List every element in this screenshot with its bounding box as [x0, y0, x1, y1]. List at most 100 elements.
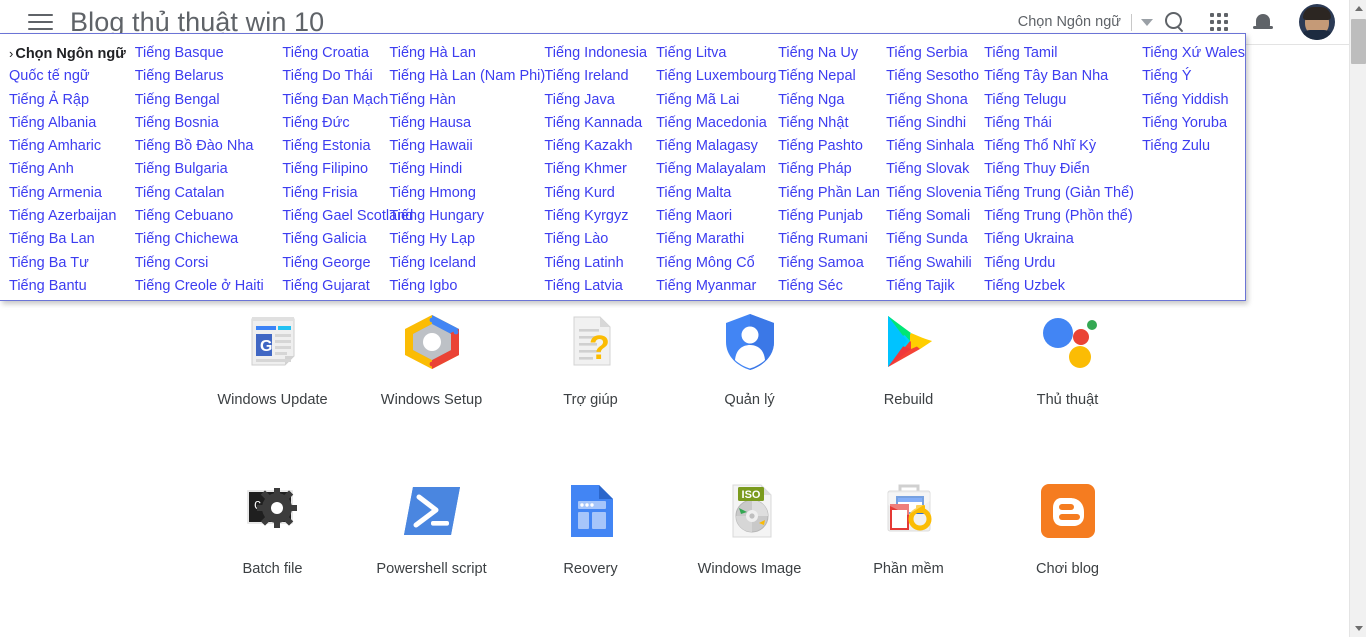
language-option[interactable]: Tiếng Kazakh	[544, 135, 647, 158]
language-option[interactable]: Tiếng Pháp	[778, 158, 877, 181]
language-option[interactable]: Tiếng Rumani	[778, 228, 877, 251]
language-option[interactable]: Tiếng Mông Cổ	[656, 252, 769, 275]
language-option[interactable]: Tiếng Creole ở Haiti	[135, 275, 274, 298]
language-option[interactable]: Tiếng Maori	[656, 205, 769, 228]
language-dropdown-panel[interactable]: › Chọn Ngôn ngữ Quốc tế ngữ Tiếng Ả Rập Tiến…	[0, 33, 1246, 301]
language-option[interactable]: Tiếng Bulgaria	[135, 158, 274, 181]
language-option[interactable]: Tiếng Thái	[984, 112, 1133, 135]
language-option[interactable]: Tiếng Thuy Điển	[984, 158, 1133, 181]
language-option[interactable]: Tiếng Ba Tư	[9, 252, 126, 275]
language-option[interactable]: Tiếng Mã Lai	[656, 89, 769, 112]
shortcut-reovery[interactable]: Reovery	[511, 474, 670, 577]
language-option[interactable]: Tiếng Urdu	[984, 252, 1133, 275]
language-option[interactable]: Tiếng Thổ Nhĩ Kỳ	[984, 135, 1133, 158]
language-option[interactable]: Tiếng Iceland	[389, 252, 535, 275]
scroll-down-arrow-icon[interactable]	[1350, 620, 1366, 637]
language-option[interactable]: Tiếng Gael Scotland	[282, 205, 413, 228]
language-option[interactable]: Tiếng Xứ Wales	[1142, 42, 1245, 65]
language-option[interactable]: Tiếng Zulu	[1142, 135, 1245, 158]
language-option[interactable]: Tiếng Armenia	[9, 182, 126, 205]
language-option[interactable]: Tiếng Litva	[656, 42, 769, 65]
language-option[interactable]: Tiếng Croatia	[282, 42, 380, 65]
language-option[interactable]: Tiếng Latvia	[544, 275, 647, 298]
language-option[interactable]: Tiếng Đan Mạch	[282, 89, 388, 112]
language-option[interactable]: Tiếng Igbo	[389, 275, 535, 298]
language-option[interactable]: Tiếng Galicia	[282, 228, 380, 251]
language-option[interactable]: Tiếng Somali	[886, 205, 975, 228]
language-option[interactable]: Tiếng Ba Lan	[9, 228, 126, 251]
language-option[interactable]: Tiếng Basque	[135, 42, 274, 65]
language-option[interactable]: Tiếng Myanmar	[656, 275, 769, 298]
language-option[interactable]: Tiếng Yoruba	[1142, 112, 1245, 135]
language-option[interactable]: Tiếng Malayalam	[656, 158, 769, 181]
language-option[interactable]: Tiếng Telugu	[984, 89, 1133, 112]
language-option[interactable]: Tiếng Khmer	[544, 158, 647, 181]
language-option[interactable]: Tiếng Hausa	[389, 112, 535, 135]
language-option[interactable]: Tiếng Nhật	[778, 112, 877, 135]
shortcut-windows-update[interactable]: G Windows Update	[193, 305, 352, 408]
language-option[interactable]: Tiếng Anh	[9, 158, 126, 181]
language-option[interactable]: Tiếng Hmong	[389, 182, 535, 205]
language-option[interactable]: Tiếng Frisia	[282, 182, 380, 205]
language-option[interactable]: Tiếng Kurd	[544, 182, 647, 205]
language-option[interactable]: Tiếng Filipino	[282, 158, 380, 181]
notifications-button[interactable]	[1241, 0, 1285, 44]
language-option[interactable]: Tiếng Albania	[9, 112, 126, 135]
language-option[interactable]: Tiếng Kyrgyz	[544, 205, 647, 228]
language-option[interactable]: Tiếng Serbia	[886, 42, 975, 65]
language-option[interactable]: Tiếng Do Thái	[282, 65, 380, 88]
scroll-up-arrow-icon[interactable]	[1350, 0, 1366, 17]
language-option[interactable]: Tiếng Na Uy	[778, 42, 877, 65]
language-option[interactable]: Tiếng Ukraina	[984, 228, 1133, 251]
language-option[interactable]: Tiếng Uzbek	[984, 275, 1133, 298]
shortcut-windows-setup[interactable]: Windows Setup	[352, 305, 511, 408]
language-option[interactable]: Tiếng Hungary	[389, 205, 535, 228]
language-option[interactable]: Tiếng Samoa	[778, 252, 877, 275]
language-option[interactable]: Tiếng Azerbaijan	[9, 205, 126, 228]
language-option[interactable]: Tiếng Hàn	[389, 89, 535, 112]
shortcut-tro-giup[interactable]: ? Trợ giúp	[511, 305, 670, 408]
language-option[interactable]: Tiếng Corsi	[135, 252, 274, 275]
language-option[interactable]: Tiếng Nepal	[778, 65, 877, 88]
shortcut-quan-ly[interactable]: Quản lý	[670, 305, 829, 408]
shortcut-choi-blog[interactable]: Chơi blog	[988, 474, 1147, 577]
language-option[interactable]: Tiếng Ả Rập	[9, 89, 126, 112]
language-option[interactable]: Tiếng Cebuano	[135, 205, 274, 228]
language-option[interactable]: Tiếng Phần Lan	[778, 182, 880, 205]
language-option[interactable]: Tiếng Hà Lan (Nam Phi)	[389, 65, 545, 88]
scroll-thumb[interactable]	[1351, 19, 1366, 64]
language-option[interactable]: Tiếng Malagasy	[656, 135, 769, 158]
language-option[interactable]: Tiếng Swahili	[886, 252, 975, 275]
language-option[interactable]: Tiếng Bồ Đào Nha	[135, 135, 274, 158]
language-option[interactable]: Tiếng Amharic	[9, 135, 126, 158]
language-option[interactable]: Tiếng Estonia	[282, 135, 380, 158]
language-option[interactable]: Tiếng Ireland	[544, 65, 647, 88]
language-option[interactable]: Tiếng Nga	[778, 89, 877, 112]
language-option[interactable]: Tiếng Punjab	[778, 205, 877, 228]
language-option[interactable]: Tiếng Kannada	[544, 112, 647, 135]
shortcut-powershell-script[interactable]: Powershell script	[352, 474, 511, 577]
language-option[interactable]: Tiếng Hy Lạp	[389, 228, 535, 251]
language-option[interactable]: Tiếng Séc	[778, 275, 877, 298]
language-option[interactable]: Tiếng Bosnia	[135, 112, 274, 135]
language-option[interactable]: Tiếng Marathi	[656, 228, 769, 251]
language-option[interactable]: Tiếng Yiddish	[1142, 89, 1245, 112]
language-option[interactable]: Tiếng Belarus	[135, 65, 274, 88]
language-option[interactable]: Tiếng Hà Lan	[389, 42, 535, 65]
language-option[interactable]: Tiếng Tajik	[886, 275, 975, 298]
language-option[interactable]: Tiếng Trung (Giản Thể)	[984, 182, 1134, 205]
language-option[interactable]: Tiếng Sunda	[886, 228, 975, 251]
shortcut-rebuild[interactable]: Rebuild	[829, 305, 988, 408]
language-option[interactable]: Tiếng Sindhi	[886, 112, 975, 135]
language-option[interactable]: Tiếng Pashto	[778, 135, 877, 158]
shortcut-windows-image[interactable]: ISO Windows Image	[670, 474, 829, 577]
language-option[interactable]: Tiếng Ý	[1142, 65, 1245, 88]
language-option[interactable]: Tiếng Latinh	[544, 252, 647, 275]
language-option[interactable]: Tiếng Catalan	[135, 182, 274, 205]
vertical-scrollbar[interactable]	[1349, 0, 1366, 637]
language-option[interactable]: Tiếng Java	[544, 89, 647, 112]
language-option[interactable]: Quốc tế ngữ	[9, 65, 126, 88]
language-selector[interactable]: Chọn Ngôn ngữ	[1018, 13, 1153, 31]
language-option-current[interactable]: › Chọn Ngôn ngữ	[9, 42, 126, 65]
language-option[interactable]: Tiếng Lào	[544, 228, 647, 251]
